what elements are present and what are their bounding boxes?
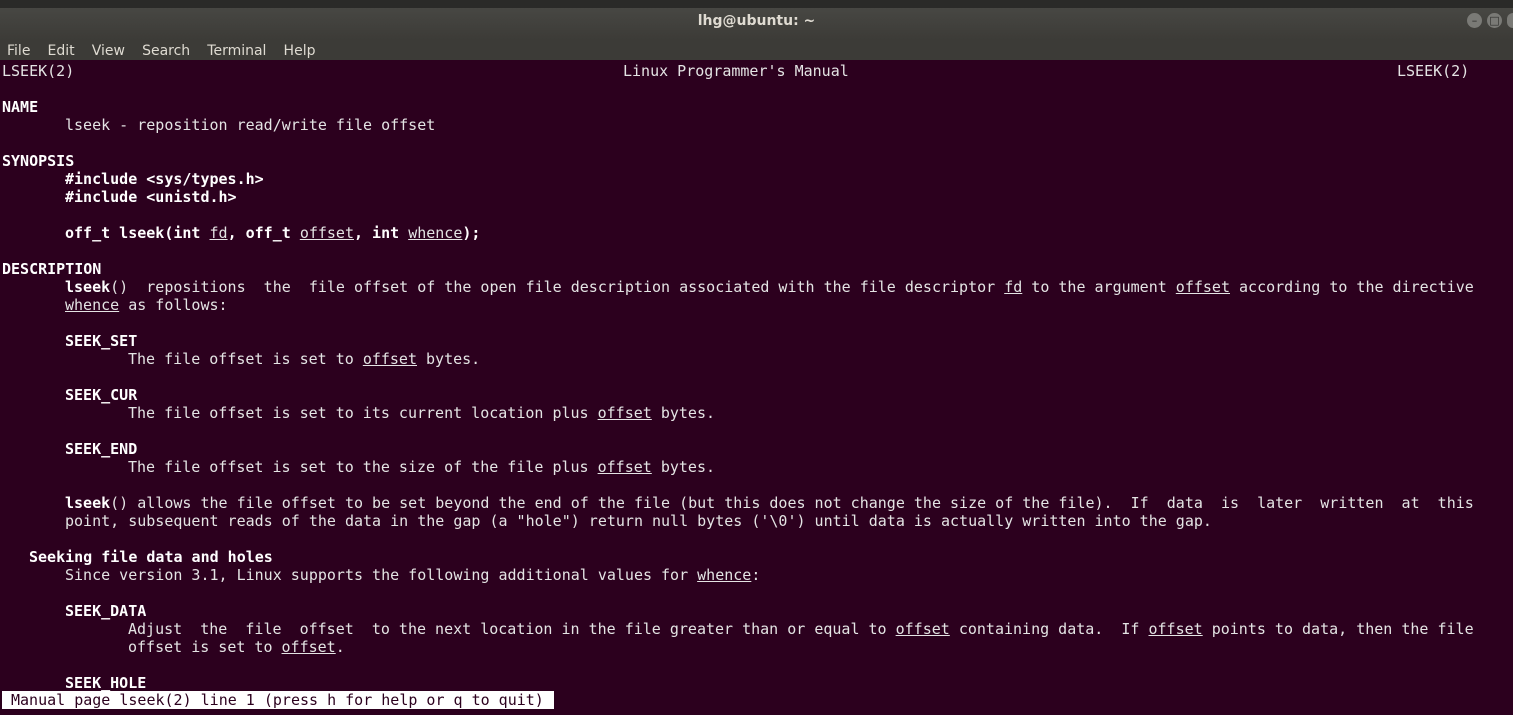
seek-data-desc-2: offset is set to offset. xyxy=(128,638,345,656)
section-description: DESCRIPTION xyxy=(2,260,102,278)
man-header-center: Linux Programmer's Manual xyxy=(623,62,849,80)
menu-edit[interactable]: Edit xyxy=(48,41,75,60)
menu-view[interactable]: View xyxy=(92,41,125,60)
desc-line-1: lseek() repositions the file offset of t… xyxy=(65,278,1474,296)
beyond-line-2: point, subsequent reads of the data in t… xyxy=(65,512,1212,530)
window-title: lhg@ubuntu: ~ xyxy=(697,13,816,29)
man-header-right: LSEEK(2) xyxy=(1397,62,1470,80)
include-types: #include <sys/types.h> xyxy=(65,170,264,188)
lseek-prototype: off_t lseek(int fd, off_t offset, int wh… xyxy=(65,224,481,242)
holes-line: Since version 3.1, Linux supports the fo… xyxy=(65,566,761,584)
menu-terminal[interactable]: Terminal xyxy=(207,41,266,60)
menu-help[interactable]: Help xyxy=(284,41,316,60)
subsection-holes: Seeking file data and holes xyxy=(29,548,273,566)
menu-bar: File Edit View Search Terminal Help xyxy=(0,40,1513,60)
man-header-left: LSEEK(2) xyxy=(2,62,75,80)
terminal-output[interactable]: LSEEK(2) Linux Programmer's Manual LSEEK… xyxy=(2,62,1507,712)
seek-hole-term: SEEK_HOLE xyxy=(65,674,147,692)
seek-cur-term: SEEK_CUR xyxy=(65,386,138,404)
seek-data-term: SEEK_DATA xyxy=(65,602,147,620)
seek-set-desc: The file offset is set to offset bytes. xyxy=(128,350,481,368)
pager-status-line: Manual page lseek(2) line 1 (press h for… xyxy=(2,691,554,709)
seek-end-term: SEEK_END xyxy=(65,440,138,458)
maximize-icon[interactable]: □ xyxy=(1487,13,1502,28)
section-name: NAME xyxy=(2,98,39,116)
seek-cur-desc: The file offset is set to its current lo… xyxy=(128,404,716,422)
top-panel-strip xyxy=(0,0,1513,8)
beyond-line-1: lseek() allows the file offset to be set… xyxy=(65,494,1474,512)
close-icon[interactable] xyxy=(1507,13,1513,28)
seek-end-desc: The file offset is set to the size of th… xyxy=(128,458,716,476)
window-titlebar[interactable]: lhg@ubuntu: ~ – □ xyxy=(0,0,1513,40)
desc-line-2: whence as follows: xyxy=(65,296,228,314)
section-synopsis: SYNOPSIS xyxy=(2,152,75,170)
include-unistd: #include <unistd.h> xyxy=(65,188,237,206)
name-line: lseek - reposition read/write file offse… xyxy=(65,116,436,134)
seek-data-desc-1: Adjust the file offset to the next locat… xyxy=(128,620,1474,638)
menu-file[interactable]: File xyxy=(7,41,30,60)
menu-search[interactable]: Search xyxy=(142,41,190,60)
minimize-icon[interactable]: – xyxy=(1467,13,1482,28)
seek-set-term: SEEK_SET xyxy=(65,332,138,350)
